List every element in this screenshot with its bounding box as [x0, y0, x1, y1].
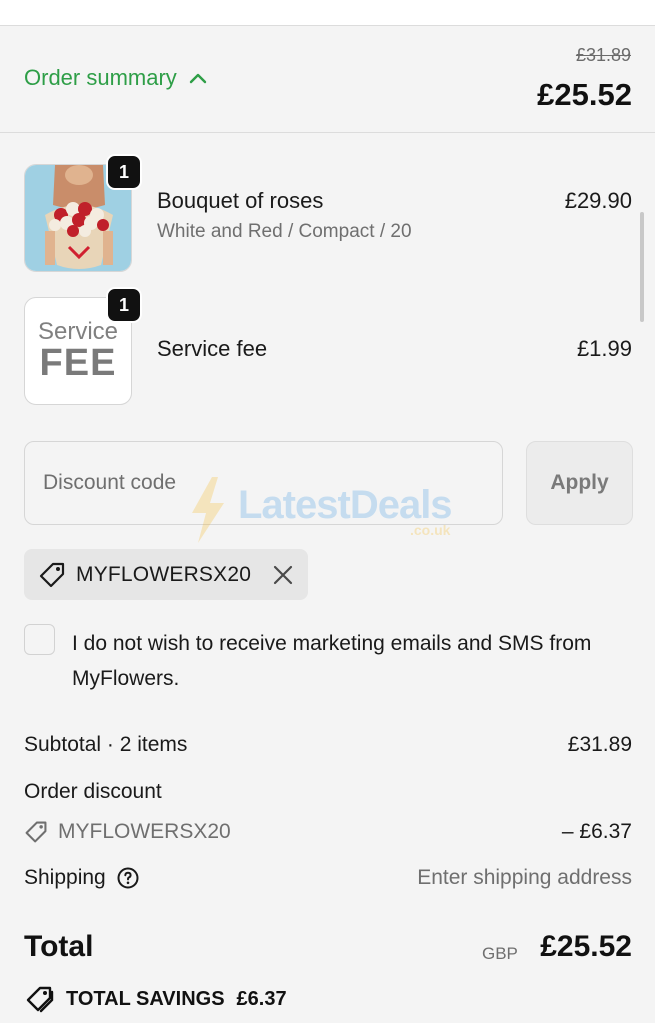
item-name: Service fee [157, 336, 268, 361]
quantity-badge: 1 [106, 287, 142, 323]
original-price: £31.89 [575, 45, 631, 65]
apply-button[interactable]: Apply [526, 441, 633, 525]
order-summary-label: Order summary [24, 65, 177, 90]
subtotal-value: £31.89 [567, 733, 632, 756]
line-item: 1 Bouquet of roses White and Red / Compa… [0, 154, 655, 272]
chevron-up-icon [189, 72, 207, 84]
discount-value: – £6.37 [561, 820, 632, 843]
subtotal-label: Subtotal · 2 items [24, 733, 188, 756]
order-summary-header: Order summary £31.89 £25.52 [0, 27, 655, 133]
quantity-badge: 1 [106, 154, 142, 190]
currency-code: GBP [482, 944, 518, 963]
marketing-optout-label: I do not wish to receive marketing email… [72, 632, 592, 690]
top-bar [0, 0, 655, 26]
order-summary-toggle[interactable]: Order summary [24, 65, 207, 91]
shipping-value: Enter shipping address [417, 866, 632, 889]
current-price: £25.52 [537, 77, 632, 112]
thumbnail-text: FEE [39, 342, 117, 384]
applied-code: MYFLOWERSX20 [76, 562, 252, 586]
discount-code-row: MYFLOWERSX20 [24, 820, 231, 844]
item-price: £1.99 [576, 336, 632, 361]
tag-icon [38, 561, 66, 589]
help-icon[interactable] [116, 866, 140, 890]
marketing-optout-checkbox[interactable] [24, 624, 55, 655]
item-name: Bouquet of roses [157, 188, 324, 213]
discount-code-input[interactable] [24, 441, 503, 525]
total-savings: TOTAL SAVINGS £6.37 [24, 985, 287, 1013]
shipping-row: Shipping [24, 866, 140, 890]
total-value: £25.52 [540, 930, 632, 963]
item-price: £29.90 [564, 188, 632, 213]
item-variant: White and Red / Compact / 20 [157, 221, 412, 242]
applied-discount-chip: MYFLOWERSX20 [24, 549, 308, 600]
tags-icon [24, 985, 54, 1013]
close-icon[interactable] [272, 564, 294, 586]
shipping-label: Shipping [24, 866, 106, 889]
tag-icon [24, 820, 48, 844]
total-label: Total [24, 930, 94, 963]
line-item: Service FEE 1 Service fee £1.99 [0, 287, 655, 405]
savings-value: £6.37 [236, 987, 287, 1010]
discount-code: MYFLOWERSX20 [58, 820, 231, 843]
order-discount-label: Order discount [24, 780, 162, 803]
savings-label: TOTAL SAVINGS [66, 987, 225, 1010]
